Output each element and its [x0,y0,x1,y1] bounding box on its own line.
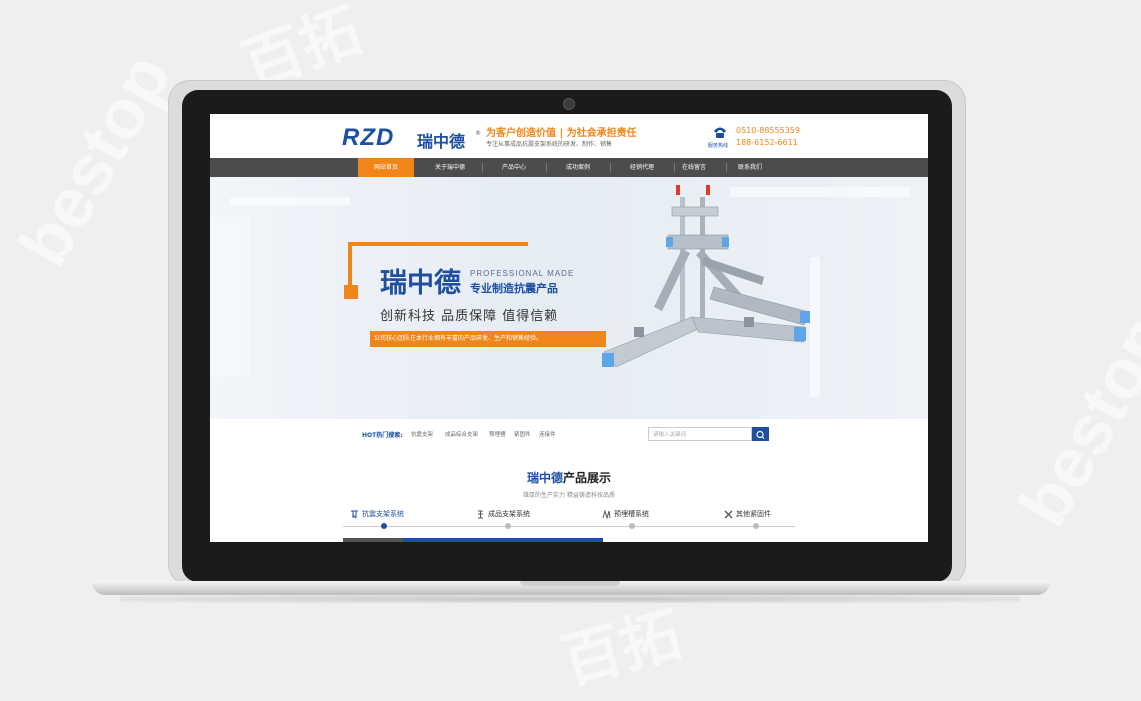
main-nav: 网站首页 关于瑞中德 产品中心 成功案例 经销代理 在线留言 联系我们 [210,158,928,177]
laptop-shadow [120,595,1020,603]
hot-search-label: HOT热门搜索: [362,432,403,439]
logo-latin[interactable]: RZD [342,124,394,152]
tab-indicator [381,523,387,529]
tab-label: 预埋槽系统 [614,510,649,518]
hot-search-link[interactable]: 连接件 [539,430,556,438]
nav-about[interactable]: 关于瑞中德 [422,158,478,177]
watermark: 百拓 [554,600,688,697]
nav-products[interactable]: 产品中心 [486,158,542,177]
nav-divider [610,163,611,172]
search-button[interactable] [752,427,769,441]
hot-search-link[interactable]: 抗震支架 [411,430,433,438]
tools-icon [724,510,733,518]
tab-label: 其他紧固件 [736,510,771,518]
tab-label: 成品支架系统 [488,510,530,518]
registered-mark: ® [475,130,481,137]
nav-contact[interactable]: 联系我们 [722,158,778,177]
hot-search-link[interactable]: 成品综合支架 [445,430,478,438]
banner-title: 瑞中德 [380,268,461,299]
banner-tagline: 创新科技 品质保障 值得信赖 [380,309,559,324]
tab-indicator [753,523,759,529]
watermark: bestop [3,41,186,279]
accent-square [344,285,358,299]
product-image-strip [343,538,403,542]
banner-decor [210,217,250,377]
camera-icon [563,98,575,110]
bracket-icon [478,510,483,518]
search-icon [756,430,765,439]
banner-english: PROFESSIONAL MADE [470,269,575,278]
tab-indicator [505,523,511,529]
seismic-bracket-image [602,185,810,368]
nav-divider [482,163,483,172]
products-subtitle: 雄厚的生产实力 精益铸造科技品质 [523,492,615,499]
tab-channel[interactable]: 预埋槽系统 [602,509,649,519]
banner-decor [230,197,350,205]
nav-home[interactable]: 网站首页 [358,158,414,177]
tab-indicator [629,523,635,529]
bracket-icon [351,510,358,518]
phone-caption: 服务热线 [708,143,729,149]
slogan: 为客户创造价值 | 为社会承担责任 [486,128,637,139]
website-screen: RZD 瑞中德 ® 为客户创造价值 | 为社会承担责任 专注从事成品抗震支架系统… [210,114,928,542]
slogan-sub: 专注从事成品抗震支架系统的研发、制作、销售 [486,141,613,148]
nav-agency[interactable]: 经销代理 [614,158,670,177]
laptop-notch [520,581,620,586]
nav-message[interactable]: 在线留言 [666,158,722,177]
watermark: bestop [1003,301,1141,539]
banner-subtitle: 专业制造抗震产品 [470,282,558,295]
hero-banner[interactable]: 瑞中德 PROFESSIONAL MADE 专业制造抗震产品 创新科技 品质保障… [210,177,928,419]
products-title-brand: 瑞中德 [526,471,563,485]
phone-number-1: 0510-88555359 [736,126,800,135]
accent-line [348,242,352,287]
logo-cn[interactable]: 瑞中德 [417,128,465,152]
site-header: RZD 瑞中德 ® 为客户创造价值 | 为社会承担责任 专注从事成品抗震支架系统… [210,114,928,158]
tab-track [343,526,795,527]
tab-finished[interactable]: 成品支架系统 [476,509,530,519]
channel-icon [602,509,611,519]
tab-label: 抗震支架系统 [362,510,404,518]
search-input[interactable]: 请输入关键词 [648,427,752,441]
products-title-rest: 产品展示 [563,471,612,485]
hot-search-link[interactable]: 预埋槽 [489,430,506,438]
banner-strip: 公司核心团队在本行业拥有丰富的产品研发、生产和销售经验。 [370,331,606,347]
phone-icon [714,127,726,138]
accent-line [348,242,528,246]
nav-divider [546,163,547,172]
phone-number-2: 188-6152-6611 [736,138,798,147]
nav-cases[interactable]: 成功案例 [550,158,606,177]
products-title: 瑞中德产品展示 [210,469,928,486]
tab-seismic[interactable]: 抗震支架系统 [350,509,404,519]
hot-search-link[interactable]: 紧固件 [514,430,531,438]
tab-fasteners[interactable]: 其他紧固件 [724,509,771,519]
